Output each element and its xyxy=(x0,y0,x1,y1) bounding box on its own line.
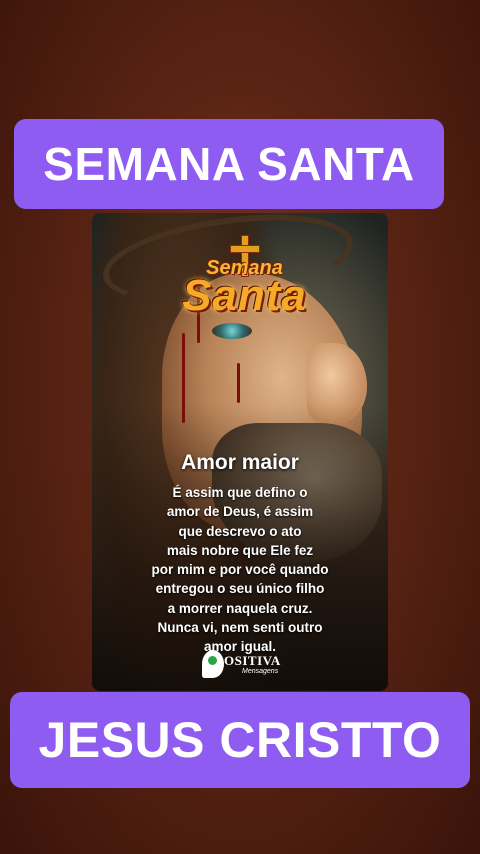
poem-line: Nunca vi, nem senti outro xyxy=(157,620,323,636)
poem-line: a morrer naquela cruz. xyxy=(167,600,313,616)
positiva-brand-logo: OSITIVA Mensagens xyxy=(202,650,292,682)
jesus-image-card[interactable]: Semana Santa Amor maior É assim que defi… xyxy=(92,213,388,691)
brand-name: OSITIVA xyxy=(224,653,281,668)
title-banner-jesus-cristto: JESUS CRISTTO xyxy=(10,692,470,788)
positiva-p-icon xyxy=(202,650,224,678)
poem-block: Amor maior É assim que defino o amor de … xyxy=(92,451,388,657)
title-banner-semana-santa: SEMANA SANTA xyxy=(14,119,444,209)
poem-line: entregou o seu único filho xyxy=(155,581,325,597)
semana-santa-logo: Semana Santa xyxy=(162,235,327,320)
poem-line: por mim e por você quando xyxy=(151,562,329,578)
poem-line: amor de Deus, é assim xyxy=(166,504,314,520)
poem-line: É assim que defino o xyxy=(172,485,308,500)
brand-subtitle: Mensagens xyxy=(242,668,279,675)
poem-line: mais nobre que Ele fez xyxy=(166,542,314,558)
poem-line: que descrevo o ato xyxy=(178,523,302,539)
poem-title: Amor maior xyxy=(181,451,299,474)
logo-big-text: Santa xyxy=(182,271,307,320)
